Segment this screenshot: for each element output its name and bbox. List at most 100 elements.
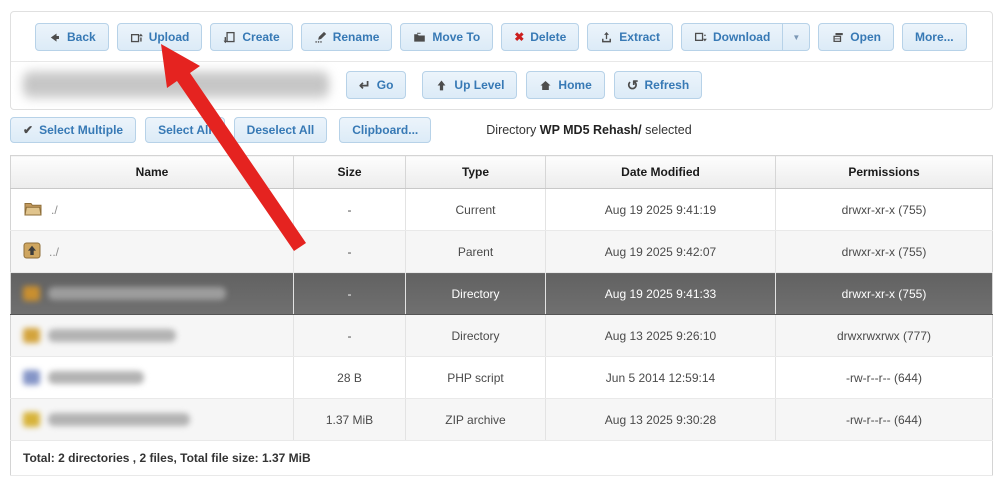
file-size: -: [293, 314, 406, 357]
table-footer-row: Total: 2 directories , 2 files, Total fi…: [10, 440, 993, 476]
go-return-icon: ↵: [359, 77, 371, 93]
file-type: Parent: [405, 230, 546, 273]
create-icon: [223, 31, 236, 44]
upload-button[interactable]: Upload: [116, 23, 203, 51]
create-label: Create: [242, 30, 280, 44]
download-button[interactable]: Download: [680, 23, 784, 51]
file-size: 1.37 MiB: [293, 398, 406, 441]
clipboard-label: Clipboard...: [352, 123, 419, 137]
file-permissions: drwxrwxrwx (777): [775, 314, 993, 357]
deselect-all-button[interactable]: Deselect All: [233, 117, 328, 143]
select-multiple-label: Select Multiple: [39, 123, 124, 137]
open-icon: [831, 31, 844, 44]
file-permissions: drwxr-xr-x (755): [775, 272, 993, 315]
home-icon: [539, 79, 552, 92]
file-size: 28 B: [293, 356, 406, 399]
file-size: -: [293, 230, 406, 273]
up-level-button[interactable]: Up Level: [422, 71, 518, 99]
folder-parent-icon: [23, 242, 41, 262]
column-header-name[interactable]: Name: [10, 155, 294, 189]
up-arrow-icon: [435, 79, 448, 92]
file-type: Directory: [405, 272, 546, 315]
back-icon: [48, 31, 61, 44]
move-to-label: Move To: [432, 30, 481, 44]
file-date-modified: Jun 5 2014 12:59:14: [545, 356, 776, 399]
extract-button[interactable]: Extract: [587, 23, 673, 51]
table-header-row: Name Size Type Date Modified Permissions: [10, 155, 993, 189]
clipboard-button[interactable]: Clipboard...: [339, 117, 432, 143]
column-header-permissions[interactable]: Permissions: [775, 155, 993, 189]
top-panel: Back Upload Create Rename Move To ✖ Dele…: [10, 11, 993, 110]
file-table: Name Size Type Date Modified Permissions…: [10, 155, 993, 476]
delete-icon: ✖: [514, 30, 525, 44]
php-file-icon: [23, 370, 40, 385]
create-button[interactable]: Create: [210, 23, 293, 51]
main-toolbar: Back Upload Create Rename Move To ✖ Dele…: [11, 12, 992, 62]
file-manager-page: Back Upload Create Rename Move To ✖ Dele…: [0, 0, 1000, 491]
upload-icon: [130, 31, 143, 44]
home-button[interactable]: Home: [526, 71, 605, 99]
back-label: Back: [67, 30, 96, 44]
delete-label: Delete: [530, 30, 567, 44]
download-menu-button[interactable]: ▼: [783, 23, 811, 51]
selection-status: Directory WP MD5 Rehash/ selected: [486, 123, 691, 137]
table-row[interactable]: ../ - Parent Aug 19 2025 9:42:07 drwxr-x…: [10, 230, 993, 273]
extract-icon: [600, 31, 613, 44]
refresh-icon: ↺: [626, 77, 639, 93]
folder-icon: [23, 328, 40, 343]
file-size: -: [293, 272, 406, 315]
upload-label: Upload: [148, 30, 190, 44]
delete-button[interactable]: ✖ Delete: [501, 23, 580, 51]
file-size: -: [293, 188, 406, 231]
chevron-down-icon: ▼: [792, 32, 801, 42]
path-toolbar: ↵ Go Up Level Home ↺ Refresh: [11, 62, 992, 109]
check-icon: ✔: [23, 123, 34, 137]
status-prefix: Directory: [486, 123, 537, 137]
table-row[interactable]: ./ - Current Aug 19 2025 9:41:19 drwxr-x…: [10, 188, 993, 231]
back-button[interactable]: Back: [35, 23, 109, 51]
file-type: PHP script: [405, 356, 546, 399]
table-row-selected[interactable]: - Directory Aug 19 2025 9:41:33 drwxr-xr…: [10, 272, 993, 315]
totals-summary: Total: 2 directories , 2 files, Total fi…: [10, 440, 993, 476]
select-multiple-button[interactable]: ✔ Select Multiple: [10, 117, 137, 143]
rename-label: Rename: [332, 30, 380, 44]
file-type: ZIP archive: [405, 398, 546, 441]
file-name: ../: [49, 244, 60, 259]
folder-current-icon: [23, 200, 43, 220]
status-directory-name: WP MD5 Rehash/: [539, 123, 642, 137]
more-button[interactable]: More...: [901, 23, 967, 51]
column-header-date-modified[interactable]: Date Modified: [545, 155, 776, 189]
zip-file-icon: [23, 412, 40, 427]
go-label: Go: [376, 78, 394, 92]
table-row[interactable]: 28 B PHP script Jun 5 2014 12:59:14 -rw-…: [10, 356, 993, 399]
redacted-file-name: [48, 371, 144, 384]
file-date-modified: Aug 19 2025 9:42:07: [545, 230, 776, 273]
select-all-label: Select All: [158, 123, 212, 137]
file-name: ./: [51, 202, 58, 217]
select-all-button[interactable]: Select All: [145, 117, 225, 143]
table-row[interactable]: - Directory Aug 13 2025 9:26:10 drwxrwxr…: [10, 314, 993, 357]
table-row[interactable]: 1.37 MiB ZIP archive Aug 13 2025 9:30:28…: [10, 398, 993, 441]
path-input[interactable]: [23, 71, 329, 99]
status-suffix: selected: [645, 123, 692, 137]
deselect-all-label: Deselect All: [246, 123, 315, 137]
file-date-modified: Aug 13 2025 9:30:28: [545, 398, 776, 441]
folder-icon: [23, 286, 40, 301]
refresh-button[interactable]: ↺ Refresh: [613, 71, 703, 99]
refresh-label: Refresh: [644, 78, 690, 92]
extract-label: Extract: [619, 30, 660, 44]
column-header-type[interactable]: Type: [405, 155, 546, 189]
move-to-icon: [413, 31, 426, 44]
up-level-label: Up Level: [454, 78, 505, 92]
move-to-button[interactable]: Move To: [400, 23, 494, 51]
rename-button[interactable]: Rename: [300, 23, 393, 51]
redacted-file-name: [48, 413, 190, 426]
open-button[interactable]: Open: [818, 23, 894, 51]
download-split-button: Download ▼: [680, 23, 811, 51]
go-button[interactable]: ↵ Go: [346, 71, 407, 99]
column-header-size[interactable]: Size: [293, 155, 406, 189]
file-date-modified: Aug 19 2025 9:41:19: [545, 188, 776, 231]
open-label: Open: [850, 30, 881, 44]
selection-toolbar: ✔ Select Multiple Select All Deselect All…: [10, 117, 692, 143]
download-label: Download: [712, 30, 771, 44]
